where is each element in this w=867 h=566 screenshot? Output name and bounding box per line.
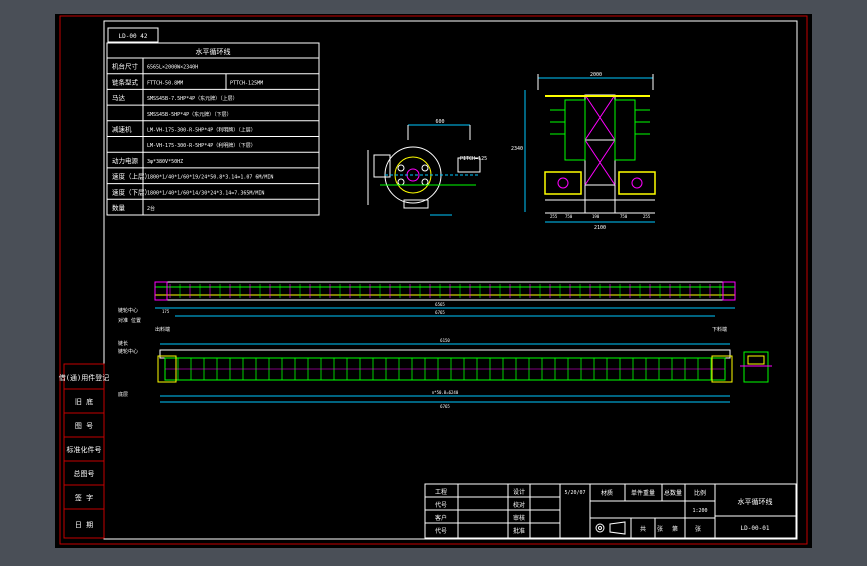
tb-bottom-1: 张: [657, 525, 663, 533]
tb-header-0: 材质: [601, 489, 613, 497]
tb-header-3: 比例: [694, 489, 706, 497]
upper-overall-dim: 6765: [435, 310, 445, 315]
left-col-2: 图 号: [75, 422, 93, 430]
side-bottom-dim: 2100: [594, 225, 606, 231]
spec-row-label: 马达: [112, 93, 126, 102]
side-top-dim: 2000: [590, 72, 602, 78]
top-drawing-no: LD-00 42: [119, 33, 148, 40]
tb-date: 5/20/07: [564, 490, 585, 496]
lower-label-b: 链轮中心: [118, 348, 138, 355]
spec-row-value: FTTCH-50.8MM: [147, 80, 183, 86]
upper-total-dim: 6565: [435, 302, 445, 307]
left-col-1: 旧 底: [75, 397, 93, 406]
sub-dim-0: 255: [550, 214, 558, 219]
left-col-5: 签 字: [75, 493, 93, 502]
tb-left-1: 代号: [435, 501, 447, 509]
tb-bottom-0: 共: [640, 525, 646, 533]
upper-label-a: 链轮中心: [118, 307, 138, 314]
lower-top-dim: 6150: [440, 338, 450, 343]
upper-label-b: 对准 位置: [118, 317, 141, 324]
lower-overall-dim: 6765: [440, 404, 450, 409]
tb-mid-1: 校对: [513, 501, 525, 509]
upper-label-d: 下料端: [712, 326, 727, 333]
tb-left-2: 客户: [435, 514, 447, 522]
tb-bottom-2: 第: [672, 525, 678, 533]
tb-header-1: 单件重量: [631, 489, 655, 497]
spec-row-value: LM-VH-175-300-R-5HP*4P（利明牌）（上层）: [147, 126, 256, 133]
drawing-sheet: [55, 14, 812, 548]
tb-header-2: 总数量: [664, 489, 682, 497]
tb-mid-0: 设计: [513, 488, 525, 496]
tb-mid-2: 审核: [513, 514, 525, 522]
lower-label-c: 底层: [118, 391, 128, 398]
spec-row-value2: PTTCH-125MM: [230, 80, 263, 86]
left-col-0: 借(通)用件登记: [59, 373, 109, 382]
upper-left-dim: 175: [162, 309, 170, 314]
tb-mid-3: 批准: [513, 527, 525, 535]
tb-scale: 1:200: [692, 508, 707, 514]
pitch-label: PITCH=125: [460, 156, 487, 162]
spec-row-value: LM-VH-175-300-R-5HP*4P（利明牌）（下层）: [147, 142, 256, 149]
spec-row-label: 机台尺寸: [112, 62, 139, 71]
lower-label-a: 链长: [118, 340, 128, 347]
spec-row-value: 1800*1/40*1/60*19/24*50.8*3.14=1.07 6M/M…: [147, 175, 273, 181]
upper-label-c: 出料端: [155, 326, 170, 333]
tb-bottom-3: 张: [695, 525, 701, 533]
tb-drawing-name: 水平循环线: [738, 497, 773, 506]
spec-row-value: 1800*1/40*1/60*14/30*24*3.14=7.365M/MIN: [147, 190, 264, 196]
side-height-dim: 2340: [511, 146, 523, 152]
spec-row-value: 3φ*380V*50HZ: [147, 159, 183, 165]
left-col-3: 标准化件号: [67, 445, 102, 454]
tb-drawing-no: LD-00-01: [741, 525, 770, 532]
spec-row-label: 数量: [112, 203, 126, 212]
spec-row-label: 减速机: [112, 124, 132, 133]
spec-row-label: 动力电源: [112, 156, 139, 165]
spec-row-value: 2台: [147, 205, 155, 212]
front-top-dim: 600: [435, 119, 444, 125]
lower-formula-dim: n*50.8=6240: [432, 390, 459, 395]
spec-row-label: 速度（下层）: [112, 187, 151, 196]
left-col-6: 日 期: [75, 521, 93, 529]
tb-left-3: 代号: [435, 527, 447, 535]
spec-row-label: 速度（上层）: [112, 172, 151, 181]
spec-table-title: 水平循环线: [196, 47, 231, 56]
spec-row-value: SMSS45B-7.5HP*4P（东元牌）（上层）: [147, 95, 238, 102]
sub-dim-4: 255: [643, 214, 651, 219]
cad-viewport[interactable]: 借(通)用件登记 旧 底 图 号 标准化件号 总图号 签 字 日 期 LD-00…: [0, 0, 867, 562]
spec-row-value: SMSS45B-5HP*4P（东元牌）（下层）: [147, 111, 232, 118]
sub-dim-1: 750: [565, 214, 573, 219]
spec-row-value: 6565L×2000W×2340H: [147, 65, 198, 71]
spec-row-label: 链条型式: [112, 77, 139, 86]
sub-dim-2: 190: [592, 214, 600, 219]
left-col-4: 总图号: [74, 469, 95, 478]
drawing-canvas[interactable]: 借(通)用件登记 旧 底 图 号 标准化件号 总图号 签 字 日 期 LD-00…: [0, 0, 867, 562]
sub-dim-3: 750: [620, 214, 628, 219]
tb-left-0: 工程: [435, 488, 447, 496]
